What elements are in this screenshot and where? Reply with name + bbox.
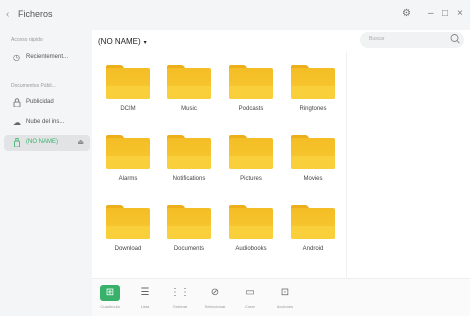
list-view-icon: ☰ [140,287,150,298]
clock-icon: ◷ [13,53,20,62]
folder-item[interactable]: Audiobooks [229,205,273,252]
window-title: Ficheros [18,9,53,19]
toolbar-button-label: Acciones [276,304,294,309]
search-placeholder: Buscar [369,36,385,42]
folder-item[interactable]: Music [167,65,211,112]
folder-label: Music [181,106,197,112]
file-browser-main: (NO NAME) ▾ Buscar DCIM Music Podcasts Ringt… [92,30,470,315]
folder-label: Ringtones [299,106,327,112]
toolbar-button-label: Crear [244,304,255,309]
sidebar-item-label: Publicidad [26,99,54,105]
folder-item[interactable]: Android [291,205,335,252]
documents-section-label: Documentos Públi... [11,83,56,89]
grid-view-button[interactable]: ⊞ Cuadrícula [96,285,124,309]
sidebar-item-no-name[interactable]: (NO NAME) ⏏ [4,135,90,151]
folder-item[interactable]: DCIM [106,65,150,112]
lock-icon [13,98,21,109]
folder-item[interactable]: Notifications [167,135,211,182]
folder-item[interactable]: Download [106,205,150,252]
folder-label: Android [302,246,324,252]
cloud-icon: ☁ [13,118,21,127]
toolbar-button-label: Lista [140,304,150,309]
folder-icon [291,65,335,99]
title-bar: ‹ Ficheros ⚙ – □ × [0,0,470,30]
check-circle-icon: ⊘ [210,287,220,298]
settings-icon[interactable]: ⚙ [402,8,411,20]
folder-item[interactable]: Documents [167,205,211,252]
toolbar-button-label: Cuadrícula [100,304,120,309]
folder-item[interactable]: Movies [291,135,335,182]
grid-view-icon: ⊞ [100,285,120,301]
actions-button[interactable]: ⊡ Acciones [271,285,299,309]
folder-label: Documents [173,246,205,252]
breadcrumb-current: (NO NAME) [98,37,141,46]
check-circle-button[interactable]: ⊘ Seleccionar [201,285,229,309]
folder-icon [291,135,335,169]
folder-icon [106,135,150,169]
sort-icon: ⋮⋮ [170,287,190,298]
folder-item[interactable]: Ringtones [291,65,335,112]
folder-icon [106,65,150,99]
new-folder-button[interactable]: ▭ Crear [236,285,264,309]
sort-button[interactable]: ⋮⋮ Ordenar [166,285,194,309]
search-input[interactable]: Buscar [360,32,464,48]
toolbar-button-label: Ordenar [172,304,188,309]
folder-label: Podcasts [238,106,264,112]
sidebar-item-label: Recientement... [26,54,69,60]
folder-label: Movies [303,176,323,182]
folder-label: Pictures [240,176,262,182]
maximize-button[interactable]: □ [442,8,448,20]
folder-label: Notifications [172,176,206,182]
folder-label: Audiobooks [235,246,267,252]
folder-icon [167,65,211,99]
folder-icon [167,135,211,169]
eject-icon[interactable]: ⏏ [77,138,84,146]
search-icon [450,33,460,48]
folder-icon [106,205,150,239]
folder-item[interactable]: Pictures [229,135,273,182]
sidebar-item-publicidad[interactable]: Publicidad [4,95,90,111]
breadcrumb[interactable]: (NO NAME) ▾ [98,37,147,46]
folder-item[interactable]: Podcasts [229,65,273,112]
sidebar-item-label: Nube del ins... [26,119,65,125]
sidebar-item-label: (NO NAME) [26,139,58,145]
close-button[interactable]: × [457,8,463,20]
actions-icon: ⊡ [280,287,290,298]
panel-divider [346,52,347,280]
sidebar-item-recent[interactable]: ◷ Recientement... [4,50,90,66]
folder-item[interactable]: Alarms [106,135,150,182]
new-folder-icon: ▭ [245,287,255,298]
bottom-toolbar: ⊞ Cuadrícula ☰ Lista ⋮⋮ Ordenar ⊘ Seleccionar ▭ C… [92,278,470,316]
list-view-button[interactable]: ☰ Lista [131,285,159,309]
quick-access-label: Acceso rápido [11,37,43,43]
folder-icon [167,205,211,239]
folder-icon [229,65,273,99]
minimize-button[interactable]: – [428,8,434,20]
folder-label: Alarms [118,176,138,182]
folder-icon [291,205,335,239]
back-icon[interactable]: ‹ [6,9,9,20]
toolbar-button-label: Seleccionar [204,304,226,309]
usb-drive-icon [13,138,21,149]
folder-label: Download [114,246,142,252]
sidebar: Acceso rápido ◷ Recientement... Document… [0,30,92,315]
chevron-down-icon: ▾ [143,40,147,46]
sidebar-item-cloud[interactable]: ☁ Nube del ins... [4,115,90,131]
folder-icon [229,205,273,239]
folder-icon [229,135,273,169]
folder-label: DCIM [120,106,136,112]
